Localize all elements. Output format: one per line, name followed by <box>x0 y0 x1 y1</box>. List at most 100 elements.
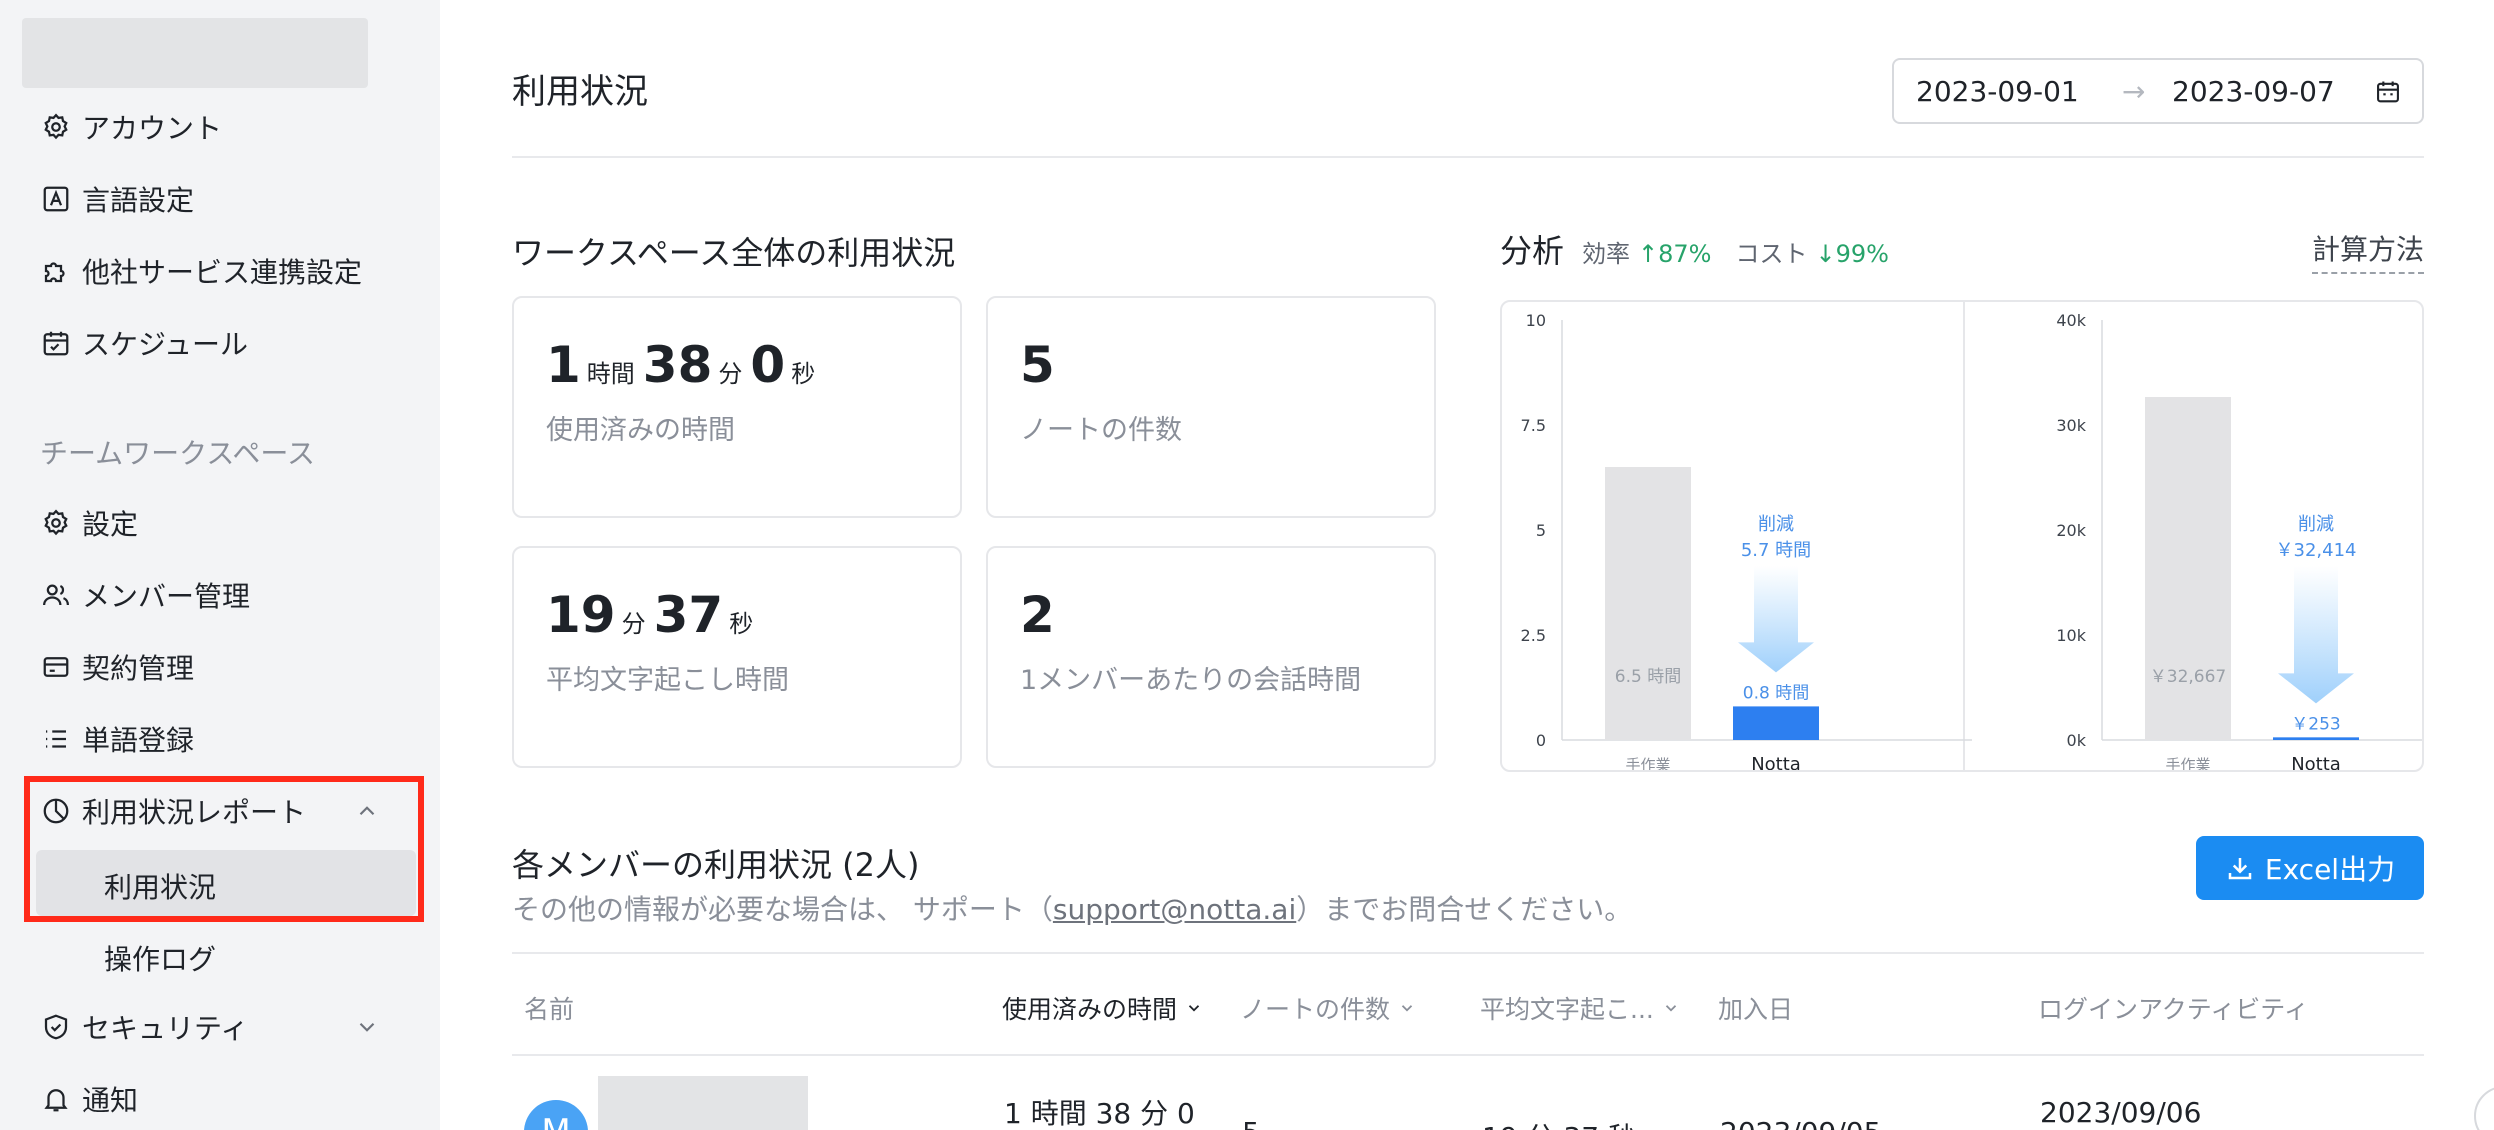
sidebar: アカウント 言語設定 他社サービス連携設定 スケジュール チームワークスペース … <box>0 0 440 1130</box>
y-tick-label: 20k <box>2056 521 2086 540</box>
sidebar-item-label: スケジュール <box>82 328 249 361</box>
calendar-icon[interactable] <box>2374 78 2402 106</box>
cost-value: ↓99% <box>1815 240 1889 268</box>
y-tick-label: 5 <box>1536 521 1546 540</box>
analysis-chart-box: 0 2.5 5 7.5 10 手作業 6.5 時間 Notta 0.8 時間 削減 5.7 時間 0k… <box>1500 300 2424 772</box>
workspace-usage-title: ワークスペース全体の利用状況 <box>512 234 956 272</box>
date-arrow: → <box>2122 74 2146 108</box>
chevron-down-icon <box>1401 1005 1413 1012</box>
sidebar-subitem-usage[interactable]: 利用状況 <box>104 866 216 906</box>
y-tick-label: 2.5 <box>1521 626 1546 645</box>
table-top-divider <box>512 952 2424 954</box>
cell-joined: 2023/09/05 <box>1720 1116 1881 1130</box>
sidebar-item-label: セキュリティ <box>82 1012 249 1045</box>
sidebar-item-account[interactable]: アカウント <box>40 102 222 152</box>
sidebar-item-label: メンバー管理 <box>82 580 251 613</box>
y-tick-label: 0k <box>2067 731 2087 750</box>
x-tick-label: 手作業 <box>1625 756 1670 772</box>
header-divider <box>512 156 2424 158</box>
y-tick-label: 10k <box>2056 626 2086 645</box>
scroll-button[interactable] <box>2474 1086 2494 1130</box>
reduction-arrow <box>1738 566 1814 673</box>
sidebar-item-language[interactable]: 言語設定 <box>40 174 194 224</box>
sidebar-item-dictionary[interactable]: 単語登録 <box>40 714 194 764</box>
sidebar-item-integrations[interactable]: 他社サービス連携設定 <box>40 246 362 296</box>
member-name-placeholder <box>598 1076 808 1130</box>
puzzle-icon <box>40 255 72 287</box>
date-range-picker[interactable]: 2023-09-01 → 2023-09-07 <box>1892 58 2424 124</box>
chevron-up-icon[interactable] <box>354 798 380 824</box>
sidebar-item-schedule[interactable]: スケジュール <box>40 318 248 368</box>
sidebar-item-members[interactable]: メンバー管理 <box>40 570 250 620</box>
bar-manual <box>2145 396 2231 740</box>
sidebar-item-usage-report[interactable]: 利用状況レポート <box>40 786 306 836</box>
calculation-method-link[interactable]: 計算方法 <box>2312 228 2425 274</box>
y-tick-label: 7.5 <box>1521 416 1546 435</box>
analysis-charts: 02.557.510手作業6.5 時間Notta0.8 時間削減5.7 時間0k… <box>1521 302 2422 772</box>
column-header-avg-transcription[interactable]: 平均文字起こ... <box>1480 990 1680 1026</box>
excel-export-button[interactable]: Excel出力 <box>2196 836 2424 900</box>
y-tick-label: 10 <box>1526 311 1546 330</box>
sidebar-item-security[interactable]: セキュリティ <box>40 1002 248 1052</box>
sidebar-item-label: 通知 <box>82 1084 139 1117</box>
bar-data-label: 0.8 時間 <box>1743 683 1809 703</box>
list-icon <box>40 723 72 755</box>
column-header-joined[interactable]: 加入日 <box>1718 990 1793 1026</box>
sidebar-section-label: チームワークスペース <box>40 437 315 470</box>
logo-placeholder <box>22 18 368 88</box>
stat-card-notes: 5 ノートの件数 <box>986 296 1436 518</box>
cell-login: 2023/09/06 <box>2040 1096 2202 1129</box>
stat-card-per-member: 2 1メンバーあたりの会話時間 <box>986 546 1436 768</box>
reduction-arrow <box>2278 566 2354 704</box>
download-icon <box>2228 858 2252 880</box>
analysis-header: 分析 効率 ↑87% コスト ↓99% <box>1500 226 1913 272</box>
sidebar-item-label: 利用状況レポート <box>82 796 307 829</box>
stat-card-avg-transcription: 19 分 37 秒 平均文字起こし時間 <box>512 546 962 768</box>
sidebar-item-contract[interactable]: 契約管理 <box>40 642 194 692</box>
stat-label: 平均文字起こし時間 <box>546 665 789 696</box>
bar-data-label: ￥32,667 <box>2150 667 2226 687</box>
members-usage-subtitle: その他の情報が必要な場合は、 サポート（support@notta.ai）までお… <box>512 893 1633 926</box>
avatar: M <box>524 1100 588 1130</box>
column-header-name[interactable]: 名前 <box>524 990 574 1026</box>
stat-label: 1メンバーあたりの会話時間 <box>1020 665 1362 696</box>
date-start[interactable]: 2023-09-01 <box>1916 75 2079 108</box>
calendar-icon <box>40 327 72 359</box>
column-header-login-activity[interactable]: ログインアクティビティ <box>2038 990 2309 1026</box>
cell-avg: 19 分 37 秒 <box>1482 1116 1636 1130</box>
bar-manual <box>1605 467 1691 740</box>
sidebar-item-settings[interactable]: 設定 <box>40 498 138 548</box>
stat-value: 2 <box>1020 586 1055 644</box>
support-email-link[interactable]: support@notta.ai <box>1053 893 1296 926</box>
x-tick-label: Notta <box>2291 754 2341 772</box>
chevron-down-icon <box>1188 1005 1200 1012</box>
reduction-title: 削減 <box>2298 514 2334 535</box>
sidebar-item-notifications[interactable]: 通知 <box>40 1074 138 1124</box>
column-header-notes[interactable]: ノートの件数 <box>1240 990 1416 1026</box>
stat-label: ノートの件数 <box>1020 415 1182 446</box>
reduction-value: 5.7 時間 <box>1741 540 1811 561</box>
y-tick-label: 30k <box>2056 416 2086 435</box>
shield-icon <box>40 1011 72 1043</box>
stat-label: 使用済みの時間 <box>546 415 735 446</box>
card-icon <box>40 651 72 683</box>
stat-value: 5 <box>1020 336 1055 394</box>
stat-value: 19 分 37 秒 <box>546 586 754 644</box>
pie-chart-icon <box>40 795 72 827</box>
stat-value: 1 時間 38 分 0 秒 <box>546 336 816 394</box>
stat-card-used-time: 1 時間 38 分 0 秒 使用済みの時間 <box>512 296 962 518</box>
sidebar-subitem-operation-log[interactable]: 操作ログ <box>104 938 216 978</box>
chevron-down-icon[interactable] <box>354 1014 380 1040</box>
reduction-title: 削減 <box>1758 514 1794 535</box>
page-title: 利用状況 <box>512 72 648 112</box>
bar-data-label: 6.5 時間 <box>1615 667 1681 687</box>
table-header-divider <box>512 1054 2424 1056</box>
members-usage-title: 各メンバーの利用状況 (2人) <box>512 846 920 884</box>
cost-label: コスト <box>1735 240 1808 268</box>
column-header-used-time[interactable]: 使用済みの時間 <box>1002 990 1203 1026</box>
gear-icon <box>40 507 72 539</box>
date-end[interactable]: 2023-09-07 <box>2172 75 2335 108</box>
cell-used-time: 1 時間 38 分 0 <box>1004 1097 1195 1130</box>
x-tick-label: Notta <box>1751 754 1801 772</box>
y-tick-label: 0 <box>1536 731 1546 750</box>
